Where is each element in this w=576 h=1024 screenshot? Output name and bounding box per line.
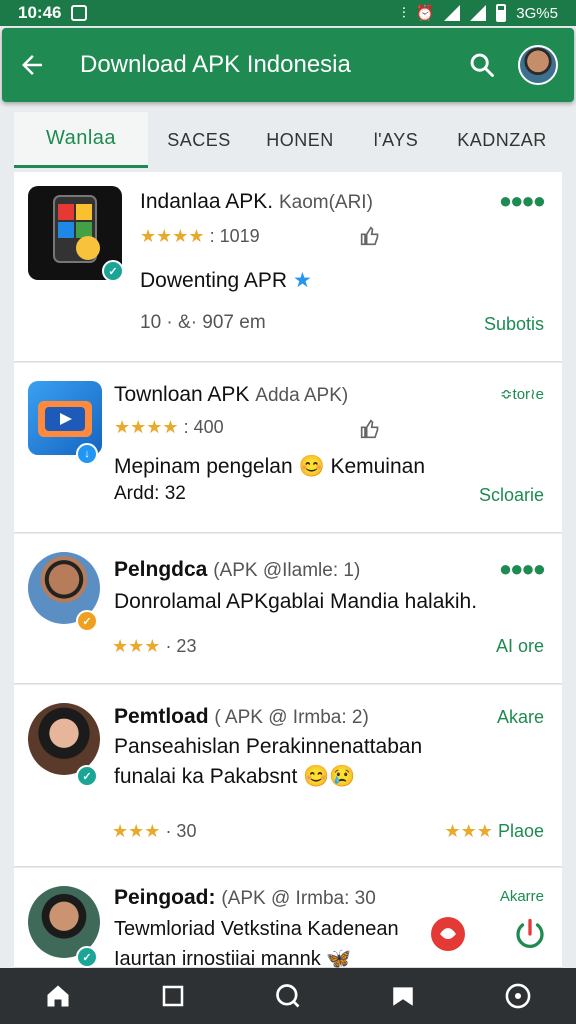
status-time: 10:46 <box>18 3 62 22</box>
item-title: Indanlaa APK. Kaom(ARI) <box>140 190 373 214</box>
nav-apps[interactable] <box>143 968 203 1024</box>
place-link[interactable]: ★★★ Plaoe <box>445 821 544 842</box>
list-item[interactable]: ✓ Indanlaa APK. Kaom(ARI) ●●●● ★★★★ : 10… <box>14 172 562 362</box>
rating: ★★★ · 30 <box>112 821 196 842</box>
bookmark-icon <box>393 987 413 1006</box>
nav-search[interactable] <box>258 968 318 1024</box>
star-icon: ★ <box>292 269 312 292</box>
tab-honen[interactable]: HONEN <box>250 112 350 168</box>
tab-wanlaa[interactable]: Wanlaa <box>14 112 148 168</box>
star-rating: ★★★★ <box>114 417 179 437</box>
item-subtitle: Adda APK) <box>255 385 349 406</box>
rating-count: : 400 <box>183 417 224 437</box>
action-stars: ★★★ <box>444 821 493 841</box>
account-circle-icon <box>505 983 531 1009</box>
item-meta: 10 · &· 907 em <box>140 312 266 333</box>
item-subtitle: Kaom(ARI) <box>278 192 373 213</box>
star-rating: ★★★ <box>112 821 161 841</box>
item-title-text: Indanlaa APK. <box>140 190 274 213</box>
like-icon[interactable] <box>360 226 380 246</box>
download-badge-icon: ↓ <box>76 443 98 465</box>
home-icon <box>47 985 69 1007</box>
app-shortcut-button[interactable] <box>420 906 476 962</box>
star-rating: ★★★★ <box>140 226 205 246</box>
subscribe-link[interactable]: Subotis <box>484 314 544 335</box>
verified-icon: ✓ <box>76 765 98 787</box>
item-line1: Dowenting APR <box>140 269 288 292</box>
rating-count: : 1019 <box>209 226 260 246</box>
item-line1: Panseahislan Perakinnenattaban <box>114 735 423 758</box>
list-item[interactable]: ✓ Pemtload ( APK @ Irmba: 2) Akare Panse… <box>14 685 562 867</box>
search-button[interactable] <box>460 43 504 87</box>
signal-icon <box>470 5 487 21</box>
item-line1: Donrolamal APKgablai Mandia halakih. <box>114 590 478 613</box>
rating-count: · 23 <box>165 636 197 656</box>
notification-icon <box>71 5 88 21</box>
wifi-icon <box>444 5 461 21</box>
item-title-text: Pemtload <box>114 705 209 728</box>
verified-icon: ✓ <box>102 260 124 282</box>
store-link[interactable]: ≎tor≀e <box>500 385 544 403</box>
nav-account[interactable] <box>488 968 548 1024</box>
star-rating: ★★★ <box>112 636 161 656</box>
more-link[interactable]: AI ore <box>496 636 544 657</box>
item-title-text: Pelngdca <box>114 558 208 581</box>
status-icons: ⫶ ⏰ 3G%5 <box>402 4 558 22</box>
verified-icon: ✓ <box>76 610 98 632</box>
alarm-icon: ⏰ <box>415 5 435 22</box>
action-label: Plaoe <box>497 821 544 841</box>
more-options-icon[interactable]: ●●●● <box>499 556 546 582</box>
avatar <box>28 703 100 775</box>
like-icon[interactable] <box>360 419 380 439</box>
app-bar: Download APK Indonesia <box>2 28 574 102</box>
solution-link[interactable]: Scloarie <box>479 485 544 506</box>
tab-bar: Wanlaa SACES HONEN l'AYS KADNZAR <box>14 112 562 168</box>
item-title: Peingoad: (APK @ Irmba: 30 <box>114 886 376 910</box>
tab-kadnzar[interactable]: KADNZAR <box>442 112 562 168</box>
list-item[interactable]: ✓ Peingoad: (APK @ Irmba: 30 Akarre Tewm… <box>14 868 562 970</box>
item-line2: Ardd: 32 <box>114 483 186 504</box>
status-bar: 10:46 ⫶ ⏰ 3G%5 <box>0 0 576 26</box>
power-icon <box>516 918 544 948</box>
bottom-navigation <box>0 968 576 1024</box>
page-title: Download APK Indonesia <box>80 51 351 78</box>
vibrate-icon: ⫶ <box>401 4 406 22</box>
battery-icon <box>496 4 507 22</box>
list-item[interactable]: ✓ Pelngdca (APK @Ilamle: 1) ●●●● Donrola… <box>14 534 562 684</box>
search-icon <box>276 984 300 1008</box>
item-title: Pemtload ( APK @ Irmba: 2) <box>114 705 369 729</box>
item-title: Townloan APK Adda APK) <box>114 383 348 407</box>
more-options-icon[interactable]: ●●●● <box>499 188 546 214</box>
nav-home[interactable] <box>28 968 88 1024</box>
rating-count: · 30 <box>165 821 197 841</box>
item-description: Dowenting APR ★ <box>140 268 312 293</box>
item-subtitle: ( APK @ Irmba: 2) <box>214 707 369 728</box>
search-icon <box>470 53 494 77</box>
nav-bookmarks[interactable] <box>373 968 433 1024</box>
user-avatar[interactable] <box>518 45 558 85</box>
item-title-text: Townloan APK <box>114 383 250 406</box>
rating: ★★★★ : 1019 <box>140 226 260 247</box>
top-action-link[interactable]: Akarre <box>500 888 544 905</box>
list-item[interactable]: ↓ Townloan APK Adda APK) ≎tor≀e ★★★★ : 4… <box>14 363 562 533</box>
top-action-link[interactable]: Akare <box>497 707 544 728</box>
network-label: 3G%5 <box>516 4 558 22</box>
square-icon <box>162 985 184 1007</box>
rating: ★★★★ : 400 <box>114 417 224 438</box>
item-subtitle: (APK @Ilamle: 1) <box>213 560 361 581</box>
item-line1: Mepinam pengelan 😊 Kemuinan <box>114 455 426 478</box>
red-app-icon <box>431 917 465 951</box>
arrow-left-icon <box>22 55 42 75</box>
power-button[interactable] <box>502 906 558 962</box>
back-button[interactable] <box>2 28 62 102</box>
verified-icon: ✓ <box>76 946 98 968</box>
item-title: Pelngdca (APK @Ilamle: 1) <box>114 558 360 582</box>
item-line2: funalai ka Pakabsnt 😊😢 <box>114 765 356 788</box>
item-subtitle: (APK @ Irmba: 30 <box>221 888 376 909</box>
tab-saces[interactable]: SACES <box>148 112 250 168</box>
tab-lays[interactable]: l'AYS <box>350 112 442 168</box>
item-line1: Tewmloriad Vetkstina Kadenean <box>114 918 399 940</box>
rating: ★★★ · 23 <box>112 636 196 657</box>
item-title-text: Peingoad: <box>114 886 216 909</box>
